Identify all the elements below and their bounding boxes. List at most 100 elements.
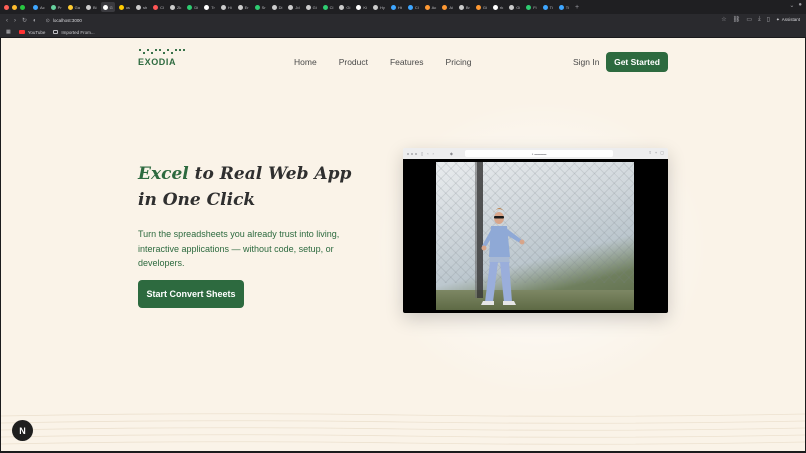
browser-tab[interactable]: Di xyxy=(270,2,285,12)
close-window-button[interactable] xyxy=(4,4,9,10)
bookmark-youtube[interactable]: YouTube xyxy=(18,30,45,35)
mockup-video-frame[interactable] xyxy=(403,159,668,313)
cast-icon[interactable]: ▭ xyxy=(746,16,752,23)
browser-tab[interactable]: G xyxy=(100,2,115,12)
next-dev-badge[interactable]: N xyxy=(12,420,33,441)
mockup-url-placeholder: ● ▬▬▬▬ xyxy=(531,151,547,156)
browser-tab[interactable]: Zk xyxy=(168,2,183,12)
browser-tab[interactable]: Ac xyxy=(423,2,439,12)
logo-text: EXODIA xyxy=(138,57,177,67)
tab-favicon-icon xyxy=(102,4,108,10)
browser-tab[interactable]: Hy xyxy=(371,2,387,12)
tab-label: Gi xyxy=(516,4,521,10)
site-info-icon[interactable]: ⊙ xyxy=(46,18,50,24)
tab-label: Gi xyxy=(346,4,351,10)
get-started-button[interactable]: Get Started xyxy=(606,52,668,72)
logo[interactable]: EXODIA xyxy=(138,49,185,67)
tab-favicon-icon xyxy=(50,4,56,10)
browser-tab[interactable]: Ga xyxy=(66,2,82,12)
browser-tab[interactable]: Gi xyxy=(304,2,319,12)
hero-subtitle: Turn the spreadsheets you already trust … xyxy=(138,229,340,268)
tab-label: Di xyxy=(194,4,199,10)
browser-tab[interactable]: Pr xyxy=(49,2,64,12)
browser-tab[interactable]: Hi xyxy=(219,2,234,12)
tab-label: sh xyxy=(142,4,148,10)
assistant-label: Assistant xyxy=(781,17,800,22)
browser-tab[interactable]: Ac xyxy=(31,2,47,12)
browser-tab[interactable]: Tr xyxy=(202,2,217,12)
tab-favicon-icon xyxy=(204,4,210,10)
main-nav: Home Product Features Pricing xyxy=(294,57,494,67)
toolbar-right: ☆ ⛓ ▭ ⤓ ▯ ✦ Assistant xyxy=(721,16,800,23)
tab-favicon-icon xyxy=(442,4,448,10)
tab-label: Cl xyxy=(160,4,164,10)
browser-tab[interactable]: Jd xyxy=(286,2,301,12)
nav-pricing[interactable]: Pricing xyxy=(446,57,472,67)
tab-strip-right: ⌄ ● xyxy=(789,2,802,9)
shield-icon[interactable]: ◐ xyxy=(33,18,37,24)
chevron-down-icon[interactable]: ⌄ xyxy=(789,2,794,9)
browser-tab[interactable]: Ti xyxy=(557,2,571,12)
minimize-window-button[interactable] xyxy=(12,4,17,10)
mockup-toolbar-right: ⇪ + ▢ xyxy=(649,150,664,155)
sidebar-icon[interactable]: ▯ xyxy=(767,16,770,23)
browser-tab[interactable]: Cl xyxy=(151,2,166,12)
nav-features[interactable]: Features xyxy=(390,57,424,67)
browser-tab[interactable]: Br xyxy=(457,2,472,12)
browser-tab[interactable]: Sr xyxy=(253,2,268,12)
tab-favicon-icon xyxy=(86,4,92,10)
nav-home[interactable]: Home xyxy=(294,57,317,67)
browser-tab[interactable]: rk xyxy=(491,2,505,12)
tab-label: Ti xyxy=(565,4,569,10)
browser-tab[interactable]: Ht xyxy=(389,2,404,12)
address-bar[interactable]: ⊙ localhost:3000 xyxy=(43,16,223,25)
assistant-button[interactable]: ✦ Assistant xyxy=(776,17,800,23)
bookmark-star-icon[interactable]: ☆ xyxy=(721,16,726,23)
tab-label: Ac xyxy=(40,4,45,10)
sign-in-link[interactable]: Sign In xyxy=(573,57,599,67)
forward-icon[interactable]: › xyxy=(14,18,16,24)
browser-tab[interactable]: Bi xyxy=(84,2,99,12)
back-icon[interactable]: ‹ xyxy=(6,18,8,24)
browser-tab[interactable]: Gi xyxy=(474,2,489,12)
tab-label: Fi xyxy=(533,4,537,10)
hero-title-accent: Excel xyxy=(138,164,189,184)
browser-tab[interactable]: Er xyxy=(236,2,251,12)
sparkle-icon: ✦ xyxy=(775,16,780,22)
browser-tab[interactable]: Ai xyxy=(440,2,455,12)
browser-tab[interactable]: Ti xyxy=(541,2,555,12)
tab-favicon-icon xyxy=(558,4,564,10)
download-icon[interactable]: ⤓ xyxy=(758,16,761,23)
reload-icon[interactable]: ↻ xyxy=(22,17,27,24)
tab-favicon-icon xyxy=(305,4,311,10)
new-tab-icon[interactable]: + xyxy=(575,4,579,11)
tab-favicon-icon xyxy=(118,4,124,10)
tab-favicon-icon xyxy=(220,4,226,10)
browser-tab[interactable]: Cl xyxy=(406,2,421,12)
bookmark-imported[interactable]: Imported From... xyxy=(53,30,95,35)
logo-mark xyxy=(139,49,185,54)
tab-label: Er xyxy=(244,4,249,10)
dancing-person-illustration xyxy=(475,162,525,305)
nav-product[interactable]: Product xyxy=(339,57,368,67)
browser-tab[interactable]: Gi xyxy=(507,2,522,12)
browser-tab[interactable]: us xyxy=(117,2,132,12)
mockup-shield-icon: ◆ xyxy=(449,151,453,156)
start-convert-button[interactable]: Start Convert Sheets xyxy=(138,280,244,308)
tab-label: Zk xyxy=(176,4,182,10)
apps-grid-icon[interactable]: ▦ xyxy=(6,29,11,35)
hero-title: Excel to Real Web App in One Click xyxy=(138,161,368,213)
browser-mockup: ▯ ‹ › ◆ ● ▬▬▬▬ ⇪ + ▢ xyxy=(403,148,668,313)
tab-favicon-icon xyxy=(492,4,498,10)
link-icon[interactable]: ⛓ xyxy=(733,16,741,23)
browser-tab[interactable]: Cl xyxy=(321,2,336,12)
browser-tab[interactable]: Gi xyxy=(337,2,352,12)
browser-tab[interactable]: Ki xyxy=(354,2,369,12)
browser-tab[interactable]: Di xyxy=(185,2,200,12)
browser-tab[interactable]: sh xyxy=(134,2,149,12)
zoom-window-button[interactable] xyxy=(20,4,25,10)
profile-icon[interactable]: ● xyxy=(798,2,802,9)
tab-label: Ti xyxy=(549,4,553,10)
mockup-forward-icon: › xyxy=(432,151,434,156)
browser-tab[interactable]: Fi xyxy=(524,2,538,12)
